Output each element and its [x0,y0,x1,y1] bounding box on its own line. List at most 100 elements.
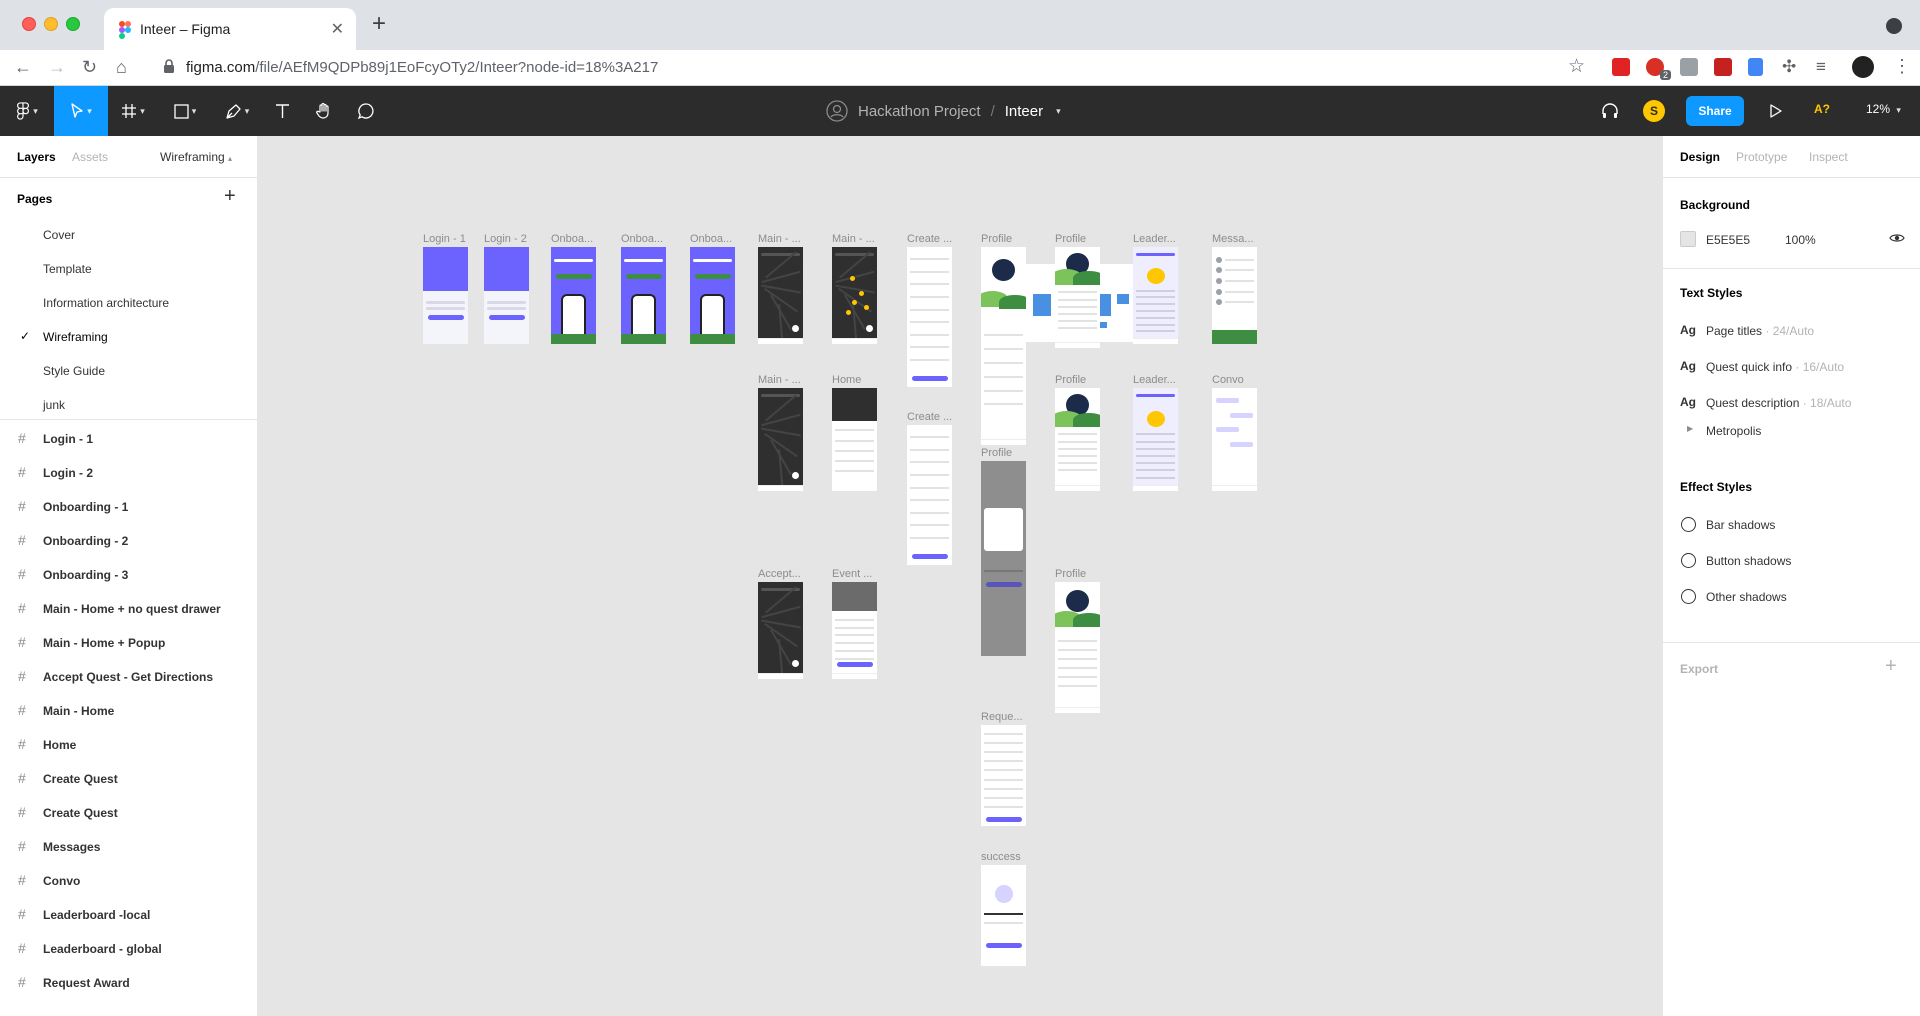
maximize-window-button[interactable] [66,17,80,31]
share-button[interactable]: Share [1686,96,1744,126]
browser-tab[interactable]: Inteer – Figma ✕ [104,8,356,50]
text-style-group[interactable]: ▶ Metropolis [1663,416,1920,446]
comment-tool-button[interactable] [348,86,384,136]
frame-map[interactable] [758,582,803,679]
layer-item[interactable]: # Main - Home + no quest drawer [0,592,257,626]
tab-design[interactable]: Design [1680,150,1720,164]
page-item[interactable]: Style Guide [0,354,257,388]
frame-label[interactable]: Convo [1212,374,1244,386]
layer-item[interactable]: # Create Quest [0,762,257,796]
lock-icon[interactable] [163,59,175,73]
tab-prototype[interactable]: Prototype [1736,150,1787,164]
page-item[interactable]: Cover [0,218,257,252]
close-tab-icon[interactable]: ✕ [331,19,344,39]
tab-assets[interactable]: Assets [72,150,108,164]
extension-s-icon[interactable] [1612,58,1630,76]
frame-label[interactable]: Leader... [1133,374,1176,386]
add-page-icon[interactable]: + [224,186,236,206]
user-avatar[interactable]: S [1643,100,1665,122]
frame-label[interactable]: Create ... [907,411,952,423]
page-item[interactable]: Information architecture [0,286,257,320]
frame-leader[interactable] [1133,247,1178,344]
frame-label[interactable]: Main - ... [832,233,875,245]
frame-form[interactable] [907,425,952,565]
frame-label[interactable]: Main - ... [758,374,801,386]
frame-label[interactable]: Accept... [758,568,801,580]
frame-mapdots[interactable] [832,247,877,344]
layer-item[interactable]: # Onboarding - 2 [0,524,257,558]
frame-label[interactable]: Onboa... [621,233,663,245]
frame-onboard[interactable] [551,247,596,344]
frame-label[interactable]: Reque... [981,711,1023,723]
layer-item[interactable]: # Main - Home + Popup [0,626,257,660]
layer-item[interactable]: # Create Quest [0,796,257,830]
bookmark-star-icon[interactable]: ☆ [1568,55,1585,78]
file-name[interactable]: Inteer [1005,103,1043,120]
text-style-item[interactable]: Ag Page titles · 24/Auto [1663,316,1920,346]
accessibility-badge[interactable]: A? [1814,102,1830,116]
page-item[interactable]: Template [0,252,257,286]
browser-menu-icon[interactable]: ⋮ [1893,56,1911,77]
frame-label[interactable]: Leader... [1133,233,1176,245]
frame-label[interactable]: Onboa... [551,233,593,245]
frame-label[interactable]: Event ... [832,568,872,580]
browser-profile-avatar[interactable] [1852,56,1874,78]
layer-item[interactable]: # Home [0,728,257,762]
add-export-icon[interactable]: + [1885,655,1897,678]
frame-label[interactable]: Profile [1055,233,1086,245]
extension-doc-icon[interactable] [1748,58,1763,76]
frame-label[interactable]: Login - 2 [484,233,527,245]
tab-layers[interactable]: Layers [17,150,56,164]
page-item[interactable]: ✓ Wireframing [0,320,257,354]
text-style-item[interactable]: Ag Quest description · 18/Auto [1663,388,1920,418]
frame-tool-button[interactable]: ▾ [108,86,158,136]
current-page-selector[interactable]: Wireframing ▴ [160,150,232,164]
frame-label[interactable]: Onboa... [690,233,732,245]
audio-button[interactable] [1592,86,1628,136]
frame-form[interactable] [981,725,1026,826]
frame-label[interactable]: Home [832,374,861,386]
text-style-item[interactable]: Ag Quest quick info · 16/Auto [1663,352,1920,382]
layer-item[interactable]: # Request Award [0,966,257,1000]
present-button[interactable] [1758,86,1794,136]
minimize-window-button[interactable] [44,17,58,31]
new-tab-button[interactable]: + [372,12,386,36]
layer-item[interactable]: # Messages [0,830,257,864]
frame-profile[interactable] [1055,388,1100,491]
frame-label[interactable]: Profile [1055,374,1086,386]
effect-style-item[interactable]: Bar shadows [1663,510,1920,540]
layer-item[interactable]: # Leaderboard -local [0,898,257,932]
frame-label[interactable]: Messa... [1212,233,1254,245]
pen-tool-button[interactable]: ▾ [212,86,262,136]
frame-map[interactable] [758,247,803,344]
main-menu-button[interactable]: ▾ [0,86,54,136]
file-menu-chevron-icon[interactable]: ▾ [1056,106,1061,117]
reload-icon[interactable]: ↻ [82,56,97,78]
frame-map[interactable] [758,388,803,491]
frame-label[interactable]: Create ... [907,233,952,245]
tab-inspect[interactable]: Inspect [1809,150,1848,164]
frame-label[interactable]: Profile [981,447,1012,459]
frame-success[interactable] [981,865,1026,966]
layer-item[interactable]: # Onboarding - 3 [0,558,257,592]
canvas[interactable]: Login - 1 Login - 2 Onboa... Onboa... Onboa.… [258,136,1662,1016]
frame-label[interactable]: Profile [1055,568,1086,580]
frame-convo[interactable] [1212,388,1257,491]
page-item[interactable]: junk [0,388,257,422]
shape-tool-button[interactable]: ▾ [160,86,210,136]
background-hex[interactable]: E5E5E5 [1706,233,1750,247]
forward-icon[interactable]: → [48,56,66,78]
reading-list-icon[interactable]: ≡ [1816,56,1826,78]
background-color-swatch[interactable] [1680,231,1696,247]
extension-red-icon[interactable] [1714,58,1732,76]
frame-onboard[interactable] [621,247,666,344]
frame-leader[interactable] [1133,388,1178,491]
frame-label[interactable]: Login - 1 [423,233,466,245]
extension-grey-icon[interactable] [1680,58,1698,76]
frame-graymodal[interactable] [981,461,1026,656]
frame-label[interactable]: Main - ... [758,233,801,245]
layer-item[interactable]: # Accept Quest - Get Directions [0,660,257,694]
eye-icon[interactable] [1889,230,1905,246]
hand-tool-button[interactable] [306,86,342,136]
zoom-menu[interactable]: 12% ▾ [1866,102,1901,116]
